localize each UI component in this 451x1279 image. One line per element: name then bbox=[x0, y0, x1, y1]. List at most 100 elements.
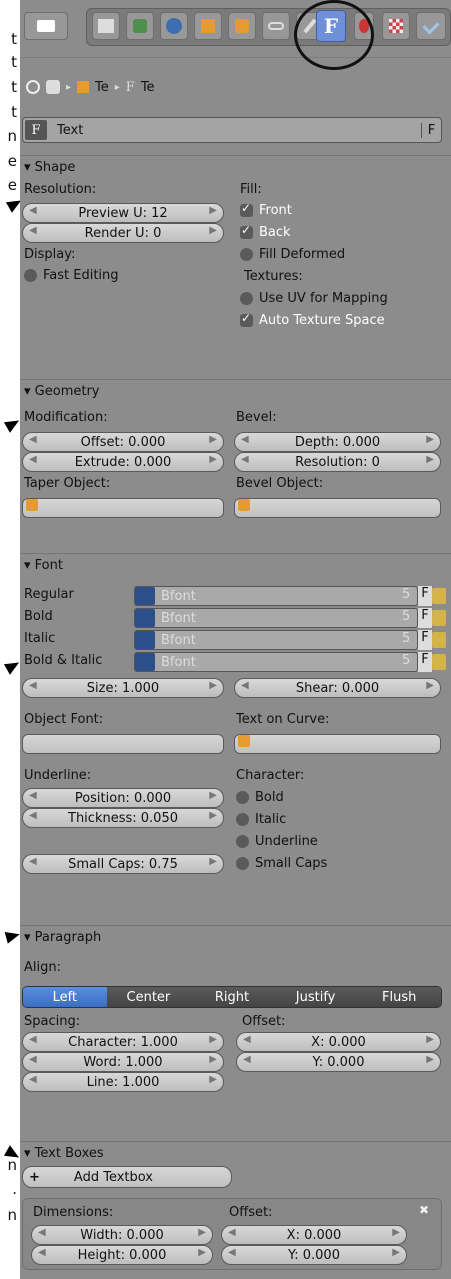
dimensions-label: Dimensions: bbox=[33, 1205, 114, 1220]
font-row-label: Bold & Italic bbox=[24, 653, 103, 668]
breadcrumb: ▸ Te ▸ F Te bbox=[20, 72, 451, 102]
add-textbox-button[interactable]: + Add Textbox bbox=[22, 1166, 232, 1188]
physics-tab[interactable] bbox=[416, 12, 446, 40]
offset-x-field[interactable]: ◀ X: 0.000 ▶ bbox=[236, 1032, 441, 1052]
datablock-selector[interactable]: F Text F bbox=[22, 117, 442, 143]
textbox-width-field[interactable]: ◀ Width: 0.000 ▶ bbox=[31, 1225, 213, 1245]
open-file-icon[interactable] bbox=[432, 588, 446, 604]
bold-toggle[interactable]: Bold bbox=[236, 790, 284, 805]
font-header[interactable]: ▾ Font bbox=[24, 558, 63, 573]
depth-field[interactable]: ◀ Depth: 0.000 ▶ bbox=[234, 432, 441, 452]
font-name: Bfont bbox=[161, 654, 196, 670]
fake-user-button[interactable]: F bbox=[418, 630, 432, 650]
front-checkbox[interactable]: Front bbox=[240, 201, 292, 218]
font-data-tab[interactable]: F bbox=[316, 10, 346, 42]
world-tab[interactable] bbox=[160, 12, 188, 40]
breadcrumb-data[interactable]: Te bbox=[141, 80, 155, 95]
font-italic-field[interactable]: Bfont bbox=[134, 630, 418, 650]
font-regular-field[interactable]: Bfont bbox=[134, 586, 418, 606]
radio-icon bbox=[236, 813, 249, 826]
preview-u-field[interactable]: ◀ Preview U: 12 ▶ bbox=[22, 203, 224, 223]
offset-y-value: Y: 0.000 bbox=[312, 1054, 365, 1070]
offset-y-field[interactable]: ◀ Y: 0.000 ▶ bbox=[236, 1052, 441, 1072]
bevel-object-field[interactable] bbox=[234, 498, 441, 518]
auto-texture-checkbox[interactable]: Auto Texture Space bbox=[240, 311, 385, 328]
character-spacing-field[interactable]: ◀ Character: 1.000 ▶ bbox=[22, 1032, 224, 1052]
paragraph-header[interactable]: ▾ Paragraph bbox=[24, 930, 101, 945]
shear-field[interactable]: ◀ Shear: 0.000 ▶ bbox=[234, 678, 441, 698]
object-tab[interactable] bbox=[194, 12, 222, 40]
back-checkbox[interactable]: Back bbox=[240, 223, 291, 240]
datablock-name-field[interactable]: Text bbox=[57, 123, 421, 138]
underline-toggle[interactable]: Underline bbox=[236, 834, 318, 849]
align-flush-button[interactable]: Flush bbox=[357, 987, 441, 1007]
small-caps-toggle[interactable]: Small Caps bbox=[236, 856, 327, 871]
remove-textbox-icon[interactable]: ✖ bbox=[419, 1203, 429, 1217]
text-boxes-header[interactable]: ▾ Text Boxes bbox=[24, 1146, 104, 1161]
shape-header[interactable]: ▾ Shape bbox=[24, 160, 75, 175]
align-right-button[interactable]: Right bbox=[190, 987, 274, 1007]
extrude-field[interactable]: ◀ Extrude: 0.000 ▶ bbox=[22, 452, 224, 472]
fake-user-button[interactable]: F bbox=[418, 608, 432, 628]
fake-user-button[interactable]: F bbox=[418, 652, 432, 672]
radio-icon bbox=[236, 857, 249, 870]
physics-icon bbox=[422, 17, 440, 35]
link-tab[interactable] bbox=[262, 12, 290, 40]
line-spacing-field[interactable]: ◀ Line: 1.000 ▶ bbox=[22, 1072, 224, 1092]
character-label: Character: bbox=[236, 768, 305, 783]
underline-position-field[interactable]: ◀ Position: 0.000 ▶ bbox=[22, 788, 224, 808]
use-uv-toggle[interactable]: Use UV for Mapping bbox=[240, 291, 388, 306]
material-tab[interactable] bbox=[354, 12, 374, 40]
triangle-down-icon: ▾ bbox=[24, 384, 35, 399]
geometry-section: ▾ Geometry Modification: ◀ Offset: 0.000 ▶… bbox=[20, 379, 451, 541]
fake-user-button[interactable]: F bbox=[418, 586, 432, 606]
bevel-resolution-value: Resolution: 0 bbox=[295, 454, 380, 470]
object-font-label: Object Font: bbox=[24, 712, 104, 727]
size-field[interactable]: ◀ Size: 1.000 ▶ bbox=[22, 678, 224, 698]
font-bold-italic-field[interactable]: Bfont bbox=[134, 652, 418, 672]
breadcrumb-object[interactable]: Te bbox=[95, 80, 109, 95]
open-file-icon[interactable] bbox=[432, 654, 446, 670]
resolution-label: Resolution: bbox=[24, 182, 97, 197]
checkbox-icon bbox=[240, 311, 253, 327]
italic-toggle[interactable]: Italic bbox=[236, 812, 286, 827]
font-data-icon: F bbox=[323, 14, 339, 38]
object-font-field[interactable] bbox=[22, 734, 224, 754]
fast-editing-toggle[interactable]: Fast Editing bbox=[24, 268, 119, 283]
align-justify-button[interactable]: Justify bbox=[273, 987, 358, 1007]
render-tab[interactable] bbox=[92, 12, 120, 40]
pin-icon[interactable] bbox=[26, 80, 40, 94]
use-uv-label: Use UV for Mapping bbox=[259, 291, 388, 306]
underline-thickness-field[interactable]: ◀ Thickness: 0.050 ▶ bbox=[22, 808, 224, 828]
open-file-icon[interactable] bbox=[432, 610, 446, 626]
back-label: Back bbox=[259, 225, 291, 240]
fill-deformed-toggle[interactable]: Fill Deformed bbox=[240, 247, 345, 262]
underline-label: Underline: bbox=[24, 768, 92, 783]
offset-field[interactable]: ◀ Offset: 0.000 ▶ bbox=[22, 432, 224, 452]
margin-text: t bbox=[11, 53, 17, 71]
extrude-value: Extrude: 0.000 bbox=[74, 454, 172, 470]
user-count: 5 bbox=[402, 653, 411, 668]
word-spacing-field[interactable]: ◀ Word: 1.000 ▶ bbox=[22, 1052, 224, 1072]
textbox-height-field[interactable]: ◀ Height: 0.000 ▶ bbox=[31, 1245, 213, 1265]
small-caps-scale-field[interactable]: ◀ Small Caps: 0.75 ▶ bbox=[22, 854, 224, 874]
scene-tab[interactable] bbox=[126, 12, 154, 40]
align-left-button[interactable]: Left bbox=[23, 987, 107, 1007]
line-spacing-value: Line: 1.000 bbox=[86, 1074, 160, 1090]
editor-type-button[interactable] bbox=[24, 12, 68, 40]
bevel-resolution-field[interactable]: ◀ Resolution: 0 ▶ bbox=[234, 452, 441, 472]
text-on-curve-field[interactable] bbox=[234, 734, 441, 754]
font-bold-field[interactable]: Bfont bbox=[134, 608, 418, 628]
constraint-tab[interactable] bbox=[228, 12, 256, 40]
texture-tab[interactable] bbox=[382, 12, 410, 40]
geometry-header[interactable]: ▾ Geometry bbox=[24, 384, 100, 399]
textbox-x-field[interactable]: ◀ X: 0.000 ▶ bbox=[221, 1225, 407, 1245]
open-file-icon[interactable] bbox=[432, 632, 446, 648]
align-center-button[interactable]: Center bbox=[106, 987, 191, 1007]
fill-deformed-label: Fill Deformed bbox=[259, 247, 346, 262]
render-u-field[interactable]: ◀ Render U: 0 ▶ bbox=[22, 223, 224, 243]
taper-object-field[interactable] bbox=[22, 498, 224, 518]
fake-user-button[interactable]: F bbox=[421, 122, 441, 138]
textbox-y-field[interactable]: ◀ Y: 0.000 ▶ bbox=[221, 1245, 407, 1265]
user-count: 5 bbox=[402, 609, 411, 624]
